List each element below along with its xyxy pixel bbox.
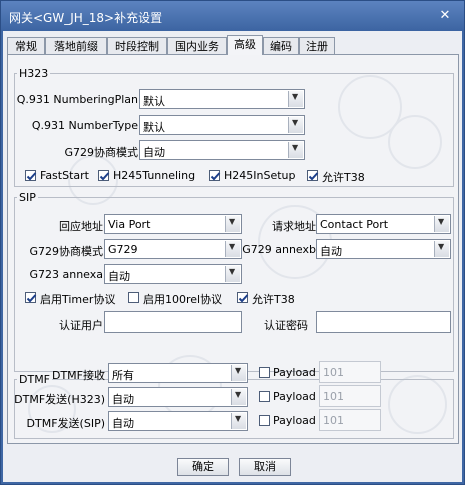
faststart-label: FastStart (40, 169, 89, 182)
auth-user-input[interactable] (104, 311, 242, 333)
chevron-down-icon[interactable]: ▼ (434, 241, 449, 257)
auth-user-label: 认证用户 (59, 319, 103, 332)
h323-g729-select[interactable]: 自动 ▼ (139, 140, 305, 160)
h323-t38-checkbox[interactable] (307, 170, 319, 181)
request-address-value: Contact Port (320, 218, 389, 231)
dtmf-sip-payload-checkbox[interactable] (259, 415, 270, 426)
h323-g729-value: 自动 (143, 146, 165, 159)
dtmf-sip-payload-input[interactable]: 101 (319, 409, 381, 431)
dtmf-receive-payload-value: 101 (323, 366, 344, 379)
dtmf-send-h323-select[interactable]: 自动 ▼ (108, 387, 248, 407)
sip-g729-select[interactable]: G729 ▼ (104, 239, 242, 259)
number-type-label: Q.931 NumberType (31, 119, 138, 132)
close-icon[interactable]: ✕ (438, 9, 452, 23)
timer-label: 启用Timer协议 (40, 293, 116, 306)
number-type-select[interactable]: 默认 ▼ (139, 115, 305, 135)
g723-annexa-label: G723 annexa (29, 268, 103, 281)
h245insetup-checkbox[interactable] (209, 170, 221, 181)
rel100-label: 启用100rel协议 (143, 293, 223, 306)
h245insetup-label: H245InSetup (224, 169, 296, 182)
g729-annexb-select[interactable]: 自动 ▼ (316, 239, 451, 259)
window-title: 网关<GW_JH_18>补充设置 (9, 11, 163, 25)
reply-address-select[interactable]: Via Port ▼ (104, 214, 242, 234)
cancel-button[interactable]: 取消 (239, 458, 291, 476)
dtmf-receive-select[interactable]: 所有 ▼ (108, 363, 248, 383)
dtmf-sip-payload-value: 101 (323, 414, 344, 427)
chevron-down-icon[interactable]: ▼ (231, 413, 246, 429)
h323-legend: H323 (19, 67, 49, 80)
chevron-down-icon[interactable]: ▼ (288, 117, 303, 133)
tab-codec[interactable]: 编码 (263, 37, 299, 54)
request-address-label: 请求地址 (272, 220, 316, 233)
dtmf-send-h323-label: DTMF发送(H323) (14, 393, 105, 406)
dtmf-legend: DTMF (19, 373, 51, 386)
number-type-value: 默认 (143, 121, 165, 134)
g729-annexb-value: 自动 (320, 245, 342, 258)
chevron-down-icon[interactable]: ▼ (434, 216, 449, 232)
g729-annexb-label: G729 annexb (242, 243, 316, 256)
chevron-down-icon[interactable]: ▼ (231, 365, 246, 381)
sip-g729-label: G729协商模式 (29, 245, 103, 258)
h245tunneling-label: H245Tunneling (113, 169, 196, 182)
chevron-down-icon[interactable]: ▼ (225, 266, 240, 282)
chevron-down-icon[interactable]: ▼ (288, 142, 303, 158)
dtmf-send-h323-value: 自动 (112, 393, 134, 406)
dtmf-receive-payload-label: Payload (273, 366, 316, 379)
tab-general[interactable]: 常规 (7, 37, 45, 54)
dtmf-send-sip-label: DTMF发送(SIP) (26, 417, 105, 430)
reply-address-value: Via Port (108, 218, 151, 231)
numbering-plan-select[interactable]: 默认 ▼ (139, 89, 305, 109)
auth-password-input[interactable] (316, 311, 451, 333)
rel100-checkbox[interactable] (128, 292, 139, 303)
auth-password-label: 认证密码 (264, 319, 308, 332)
timer-checkbox[interactable] (25, 292, 37, 303)
sip-legend: SIP (19, 191, 36, 204)
reply-address-label: 回应地址 (59, 220, 103, 233)
sip-t38-checkbox[interactable] (237, 292, 249, 303)
tab-panel-advanced: H323 Q.931 NumberingPlan 默认 ▼ Q.931 Numb… (7, 54, 459, 444)
sip-g729-value: G729 (108, 243, 138, 256)
dtmf-h323-payload-label: Payload (273, 390, 316, 403)
g723-annexa-value: 自动 (108, 270, 130, 283)
dtmf-h323-payload-value: 101 (323, 390, 344, 403)
h323-t38-label: 允许T38 (322, 171, 365, 184)
dtmf-receive-value: 所有 (112, 369, 134, 382)
numbering-plan-label: Q.931 NumberingPlan (16, 93, 138, 106)
ok-button[interactable]: 确定 (177, 458, 229, 476)
faststart-checkbox[interactable] (25, 170, 37, 181)
h323-g729-label: G729协商模式 (64, 146, 138, 159)
tab-register[interactable]: 注册 (299, 37, 335, 54)
chevron-down-icon[interactable]: ▼ (231, 389, 246, 405)
dtmf-h323-payload-input[interactable]: 101 (319, 385, 381, 407)
chevron-down-icon[interactable]: ▼ (225, 216, 240, 232)
request-address-select[interactable]: Contact Port ▼ (316, 214, 451, 234)
tab-prefix[interactable]: 落地前缀 (45, 37, 107, 54)
dtmf-send-sip-value: 自动 (112, 417, 134, 430)
g723-annexa-select[interactable]: 自动 ▼ (104, 264, 242, 284)
dialog-client: 常规 落地前缀 时段控制 国内业务 高级 编码 注册 H323 Q.931 Nu… (3, 31, 462, 482)
tab-domestic[interactable]: 国内业务 (167, 37, 227, 54)
dtmf-send-sip-select[interactable]: 自动 ▼ (108, 411, 248, 431)
tab-time-control[interactable]: 时段控制 (107, 37, 167, 54)
chevron-down-icon[interactable]: ▼ (288, 91, 303, 107)
dtmf-sip-payload-label: Payload (273, 414, 316, 427)
chevron-down-icon[interactable]: ▼ (225, 241, 240, 257)
dialog-window: 网关<GW_JH_18>补充设置 ✕ 常规 落地前缀 时段控制 国内业务 高级 … (0, 0, 465, 485)
sip-t38-label: 允许T38 (252, 293, 295, 306)
dtmf-h323-payload-checkbox[interactable] (259, 391, 270, 402)
dtmf-receive-label: DTMF接收 (51, 369, 105, 382)
tab-advanced[interactable]: 高级 (227, 35, 263, 55)
h245tunneling-checkbox[interactable] (98, 170, 110, 181)
dtmf-receive-payload-checkbox[interactable] (259, 367, 270, 378)
title-bar[interactable]: 网关<GW_JH_18>补充设置 ✕ (1, 1, 464, 31)
numbering-plan-value: 默认 (143, 95, 165, 108)
dtmf-receive-payload-input[interactable]: 101 (319, 361, 381, 383)
